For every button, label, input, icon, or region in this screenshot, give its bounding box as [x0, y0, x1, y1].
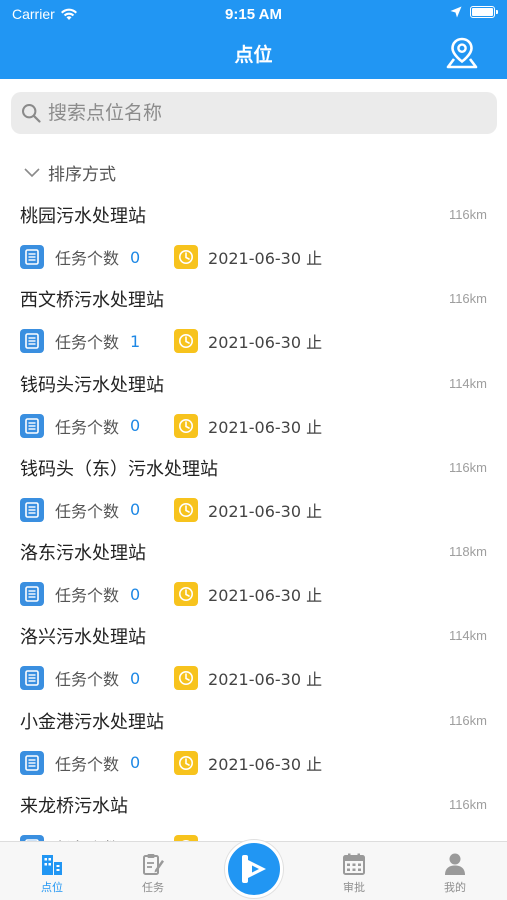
building-icon	[42, 855, 62, 875]
search-input[interactable]	[48, 102, 468, 124]
station-row[interactable]: 小金港污水处理站 116km 任务个数 0 2021-06-30 止	[0, 702, 507, 786]
station-meta: 任务个数 0 2021-06-30 止	[20, 582, 323, 607]
clock-icon	[174, 413, 199, 438]
document-icon	[20, 245, 44, 269]
task-count-label: 任务个数	[55, 501, 120, 521]
task-count-label: 任务个数	[55, 670, 120, 690]
search-bar[interactable]	[11, 92, 497, 134]
deadline-date: 2021-06-30 止	[208, 754, 323, 774]
document-icon	[20, 666, 44, 691]
station-name: 桃园污水处理站	[20, 206, 146, 227]
station-row[interactable]: 西文桥污水处理站 116km 任务个数 1 2021-06-30 止	[0, 280, 507, 364]
task-count-label: 任务个数	[55, 586, 120, 606]
task-count-value: 0	[130, 416, 141, 436]
task-count-label: 任务个数	[55, 333, 120, 353]
app-logo-icon	[242, 855, 266, 883]
station-row[interactable]: 钱码头污水处理站 114km 任务个数 0 2021-06-30 止	[0, 365, 507, 449]
tab-mine[interactable]: 我的	[405, 842, 505, 900]
station-meta: 任务个数 1 2021-06-30 止	[20, 329, 323, 354]
app-logo-button[interactable]	[225, 840, 283, 898]
document-icon	[20, 582, 44, 607]
tab-label-approval: 审批	[343, 881, 365, 894]
clock-icon	[174, 582, 199, 607]
user-icon	[445, 853, 465, 875]
deadline-date: 2021-06-30 止	[208, 333, 323, 353]
clock-icon	[174, 329, 199, 354]
deadline-date: 2021-06-30 止	[208, 417, 323, 437]
station-meta: 任务个数 0 2021-06-30 止	[20, 413, 323, 438]
status-bar: Carrier 9:15 AM	[0, 0, 507, 30]
station-distance: 114km	[448, 375, 487, 391]
station-name: 洛兴污水处理站	[20, 627, 146, 649]
tab-tasks[interactable]: 任务	[103, 842, 203, 900]
document-icon	[20, 413, 44, 438]
tab-bar: 点位 任务 审批 我的	[0, 840, 507, 900]
clock-icon	[174, 750, 199, 775]
station-distance: 114km	[448, 628, 487, 644]
tab-points[interactable]: 点位	[2, 842, 102, 900]
task-count-value: 0	[130, 584, 141, 604]
station-name: 西文桥污水处理站	[20, 290, 164, 312]
station-name: 钱码头（东）污水处理站	[20, 458, 218, 480]
station-meta: 任务个数 0 2021-06-30 止	[20, 245, 322, 269]
app-header: Carrier 9:15 AM 点位	[0, 0, 507, 79]
search-icon	[22, 104, 41, 123]
task-count-value: 0	[130, 668, 141, 688]
page-title: 点位	[234, 44, 273, 66]
station-meta: 任务个数 0 2021-06-30 止	[20, 666, 323, 691]
station-meta: 任务个数 0 2021-06-30 止	[20, 497, 323, 522]
task-count-label: 任务个数	[55, 249, 120, 268]
station-meta: 任务个数 0 2021-06-30 止	[20, 750, 323, 775]
tab-label-tasks: 任务	[142, 881, 164, 894]
deadline-date: 2021-06-30 止	[208, 586, 323, 606]
location-arrow-icon	[450, 6, 462, 18]
station-distance: 116km	[448, 797, 487, 813]
chevron-down-icon	[24, 167, 40, 177]
station-name: 小金港污水处理站	[20, 711, 164, 733]
station-name: 钱码头污水处理站	[20, 374, 164, 396]
station-distance: 116km	[448, 291, 487, 307]
status-right	[450, 6, 498, 18]
task-count-value: 0	[130, 247, 141, 267]
station-row[interactable]: 桃园污水处理站 116km 任务个数 0 2021-06-30 止	[0, 196, 507, 280]
document-icon	[20, 329, 44, 354]
document-icon	[20, 497, 44, 522]
document-icon	[20, 750, 44, 775]
task-count-label: 任务个数	[55, 417, 120, 437]
map-pin-icon[interactable]	[445, 36, 479, 70]
station-list[interactable]: 桃园污水处理站 116km 任务个数 0 2021-06-30 止西文桥污水处理站 116…	[0, 196, 507, 841]
tab-label-points: 点位	[41, 881, 63, 894]
calendar-icon	[343, 853, 365, 875]
deadline-date: 2021-06-30 止	[208, 670, 323, 690]
clock-icon	[174, 245, 199, 269]
sort-toggle[interactable]: 排序方式	[24, 160, 116, 185]
battery-icon	[470, 6, 498, 18]
task-count-value: 0	[130, 500, 141, 520]
deadline-date: 2021-06-30 止	[208, 249, 323, 268]
station-name: 洛东污水处理站	[20, 543, 146, 565]
task-count-label: 任务个数	[55, 754, 120, 774]
station-distance: 116km	[448, 207, 487, 222]
station-distance: 116km	[448, 459, 487, 475]
tab-label-mine: 我的	[444, 881, 466, 894]
station-row[interactable]: 来龙桥污水站116km任务个数	[0, 786, 507, 841]
tab-approval[interactable]: 审批	[304, 842, 404, 900]
clock-icon	[174, 666, 199, 691]
station-distance: 118km	[448, 544, 487, 560]
task-count-value: 1	[130, 331, 141, 351]
clock-icon	[174, 497, 199, 522]
task-count-value: 0	[130, 753, 141, 773]
clipboard-icon	[143, 854, 164, 875]
sort-label: 排序方式	[48, 165, 116, 185]
station-row[interactable]: 洛东污水处理站 118km 任务个数 0 2021-06-30 止	[0, 533, 507, 617]
station-row[interactable]: 钱码头（东）污水处理站 116km 任务个数 0 2021-06-30 止	[0, 449, 507, 533]
station-distance: 116km	[448, 712, 487, 728]
station-name: 来龙桥污水站	[20, 796, 128, 818]
status-time: 9:15 AM	[225, 6, 282, 23]
deadline-date: 2021-06-30 止	[208, 501, 323, 521]
station-row[interactable]: 洛兴污水处理站 114km 任务个数 0 2021-06-30 止	[0, 617, 507, 701]
